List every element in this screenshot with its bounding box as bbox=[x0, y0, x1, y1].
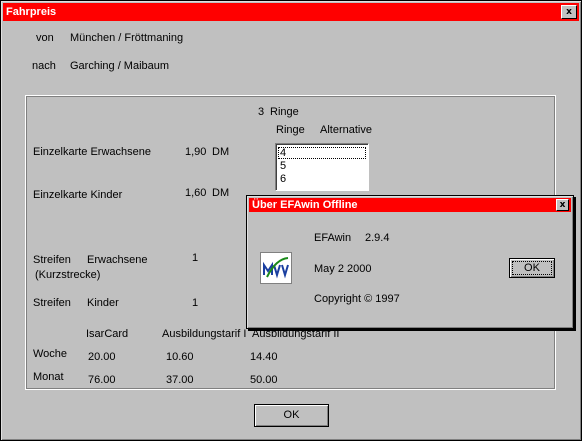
table-row-label: Woche bbox=[33, 348, 68, 360]
strip-adult-label: Streifen bbox=[33, 254, 71, 266]
to-value: Garching / Maibaum bbox=[70, 60, 170, 72]
single-child-label: Einzelkarte Kinder bbox=[33, 189, 123, 201]
table-cell: 14.40 bbox=[250, 351, 278, 363]
table-cell: 50.00 bbox=[250, 374, 278, 386]
window-title: Fahrpreis bbox=[6, 6, 57, 18]
ring-count: 3 bbox=[258, 106, 265, 118]
about-version: 2.9.4 bbox=[365, 232, 390, 244]
table-header-tarif1: Ausbildungstarif I bbox=[162, 328, 247, 340]
single-adult-price: 1,90 bbox=[185, 146, 207, 158]
table-row-label: Monat bbox=[33, 371, 64, 383]
single-adult-currency: DM bbox=[212, 146, 230, 158]
list-item[interactable]: 6 bbox=[280, 173, 286, 185]
strip-adult-count: 1 bbox=[192, 252, 199, 264]
single-child-price: 1,60 bbox=[185, 187, 207, 199]
about-date: May 2 2000 bbox=[314, 263, 372, 275]
table-cell: 20.00 bbox=[88, 351, 116, 363]
close-button[interactable]: x bbox=[561, 5, 577, 19]
about-dialog: Über EFAwin Offline x EFAwin 2.9.4 May 2… bbox=[246, 195, 574, 329]
to-label: nach bbox=[32, 60, 56, 72]
rings-column-header: Ringe bbox=[276, 124, 305, 136]
about-title-bar: Über EFAwin Offline x bbox=[249, 198, 571, 212]
about-ok-button[interactable]: OK bbox=[509, 258, 555, 278]
from-value: München / Fröttmaning bbox=[70, 32, 184, 44]
single-child-currency: DM bbox=[212, 187, 230, 199]
table-cell: 76.00 bbox=[88, 374, 116, 386]
strip-adult-note: (Kurzstrecke) bbox=[35, 269, 101, 281]
strip-child-count: 1 bbox=[192, 297, 199, 309]
mvv-logo-icon bbox=[260, 252, 292, 284]
table-header-isarcard: IsarCard bbox=[86, 328, 129, 340]
title-bar: Fahrpreis x bbox=[3, 3, 579, 21]
ok-button[interactable]: OK bbox=[254, 404, 329, 427]
alternative-column-header: Alternative bbox=[320, 124, 372, 136]
list-item[interactable]: 5 bbox=[280, 160, 286, 172]
strip-child-label: Streifen bbox=[33, 297, 71, 309]
single-adult-label: Einzelkarte Erwachsene bbox=[33, 146, 152, 158]
list-item[interactable]: 4 bbox=[278, 147, 366, 159]
strip-adult-type: Erwachsene bbox=[87, 254, 148, 266]
about-title: Über EFAwin Offline bbox=[252, 199, 358, 211]
table-cell: 10.60 bbox=[166, 351, 194, 363]
about-copyright: Copyright © 1997 bbox=[314, 293, 400, 305]
from-label: von bbox=[36, 32, 54, 44]
table-header-tarif2: Ausbildungstarif II bbox=[252, 328, 340, 340]
about-close-button[interactable]: x bbox=[556, 199, 569, 211]
alternative-listbox[interactable]: 4 5 6 bbox=[275, 143, 369, 191]
strip-child-type: Kinder bbox=[87, 297, 119, 309]
table-cell: 37.00 bbox=[166, 374, 194, 386]
ring-count-label: Ringe bbox=[270, 106, 299, 118]
about-app-name: EFAwin bbox=[314, 232, 352, 244]
